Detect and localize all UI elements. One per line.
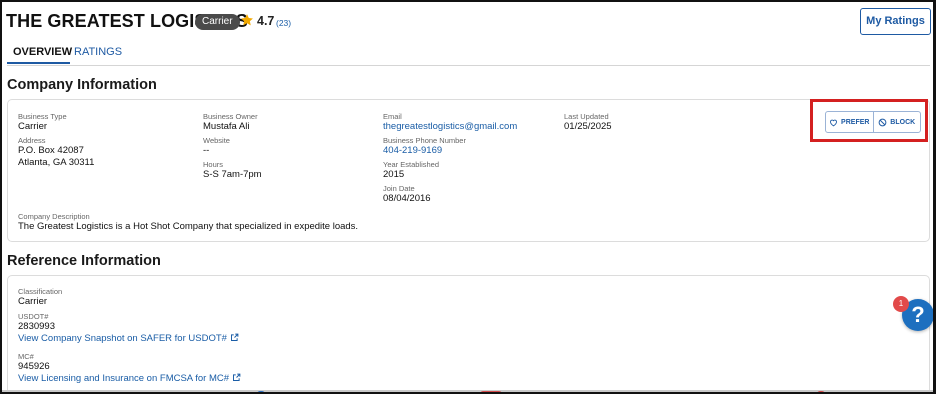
join-date-field: Join Date 08/04/2016 (383, 184, 431, 205)
external-link-icon (233, 373, 241, 381)
prefer-block-button-group: PREFER BLOCK (825, 111, 921, 133)
join-date-label: Join Date (383, 184, 415, 193)
carrier-profile-page: THE GREATEST LOGISTICS Carrier 4.7 (23) … (0, 0, 936, 394)
block-icon (878, 118, 887, 126)
block-button[interactable]: BLOCK (872, 112, 921, 132)
tabs-divider (7, 65, 930, 66)
usdot-field: USDOT# 2830993 View Company Snapshot on … (18, 312, 239, 345)
safer-snapshot-link-text: View Company Snapshot on SAFER for USDOT… (18, 333, 227, 344)
business-owner-value: Mustafa Ali (203, 121, 250, 132)
website-value: -- (203, 145, 210, 156)
address-label: Address (18, 136, 46, 145)
heart-icon (830, 119, 837, 126)
prefer-label: PREFER (841, 118, 870, 126)
phone-label: Business Phone Number (383, 136, 466, 145)
year-established-label: Year Established (383, 160, 440, 169)
fmcsa-licensing-link[interactable]: View Licensing and Insurance on FMCSA fo… (18, 373, 241, 385)
classification-field: Classification Carrier (18, 287, 62, 308)
tab-overview[interactable]: OVERVIEW (13, 46, 72, 58)
email-label: Email (383, 112, 402, 121)
year-established-value: 2015 (383, 169, 405, 180)
address-field: Address P.O. Box 42087 Atlanta, GA 30311 (18, 136, 94, 169)
hours-field: Hours S-S 7am-7pm (203, 160, 262, 181)
reference-information-heading: Reference Information (7, 253, 161, 269)
business-owner-field: Business Owner Mustafa Ali (203, 112, 258, 133)
rating-value: 4.7 (257, 14, 275, 28)
business-type-label: Business Type (18, 112, 67, 121)
classification-value: Carrier (18, 296, 48, 307)
phone-field: Business Phone Number 404-219-9169 (383, 136, 466, 157)
active-tab-indicator (7, 62, 70, 64)
website-label: Website (203, 136, 230, 145)
business-type-field: Business Type Carrier (18, 112, 67, 133)
safer-snapshot-link[interactable]: View Company Snapshot on SAFER for USDOT… (18, 333, 239, 345)
external-link-icon (230, 333, 239, 341)
email-link[interactable]: thegreatestlogistics@gmail.com (383, 121, 517, 133)
last-updated-label: Last Updated (564, 112, 609, 121)
business-owner-label: Business Owner (203, 112, 258, 121)
prefer-button[interactable]: PREFER (826, 112, 873, 132)
tab-ratings[interactable]: RATINGS (74, 46, 122, 58)
mc-field: MC# 945926 View Licensing and Insurance … (18, 352, 241, 385)
block-label: BLOCK (890, 118, 916, 126)
bottom-taskbar-strip (2, 390, 933, 392)
business-type-value: Carrier (18, 121, 48, 132)
year-established-field: Year Established 2015 (383, 160, 439, 181)
hours-label: Hours (203, 160, 224, 169)
company-type-badge: Carrier (195, 14, 240, 30)
website-field: Website -- (203, 136, 230, 157)
phone-link[interactable]: 404-219-9169 (383, 145, 466, 157)
hours-value: S-S 7am-7pm (203, 169, 262, 180)
company-description-value: The Greatest Logistics is a Hot Shot Com… (18, 221, 359, 232)
my-ratings-button[interactable]: My Ratings (860, 8, 931, 35)
star-icon (241, 14, 253, 26)
prefer-block-highlight: PREFER BLOCK (810, 99, 928, 142)
join-date-value: 08/04/2016 (383, 193, 431, 204)
fmcsa-licensing-link-text: View Licensing and Insurance on FMCSA fo… (18, 373, 230, 384)
classification-label: Classification (18, 287, 63, 296)
company-information-heading: Company Information (7, 77, 157, 93)
usdot-label: USDOT# (18, 312, 49, 321)
rating-count-link[interactable]: (23) (276, 18, 291, 28)
email-field: Email thegreatestlogistics@gmail.com (383, 112, 517, 133)
last-updated-value: 01/25/2025 (564, 121, 612, 132)
mc-value: 945926 (18, 361, 50, 372)
address-line1: P.O. Box 42087 (18, 145, 84, 156)
mc-label: MC# (18, 352, 34, 361)
usdot-value: 2830993 (18, 321, 55, 332)
address-line2: Atlanta, GA 30311 (18, 157, 95, 168)
notification-badge: 1 (893, 296, 909, 312)
company-description-label: Company Description (18, 212, 90, 221)
company-description-field: Company Description The Greatest Logisti… (18, 212, 358, 233)
last-updated-field: Last Updated 01/25/2025 (564, 112, 612, 133)
